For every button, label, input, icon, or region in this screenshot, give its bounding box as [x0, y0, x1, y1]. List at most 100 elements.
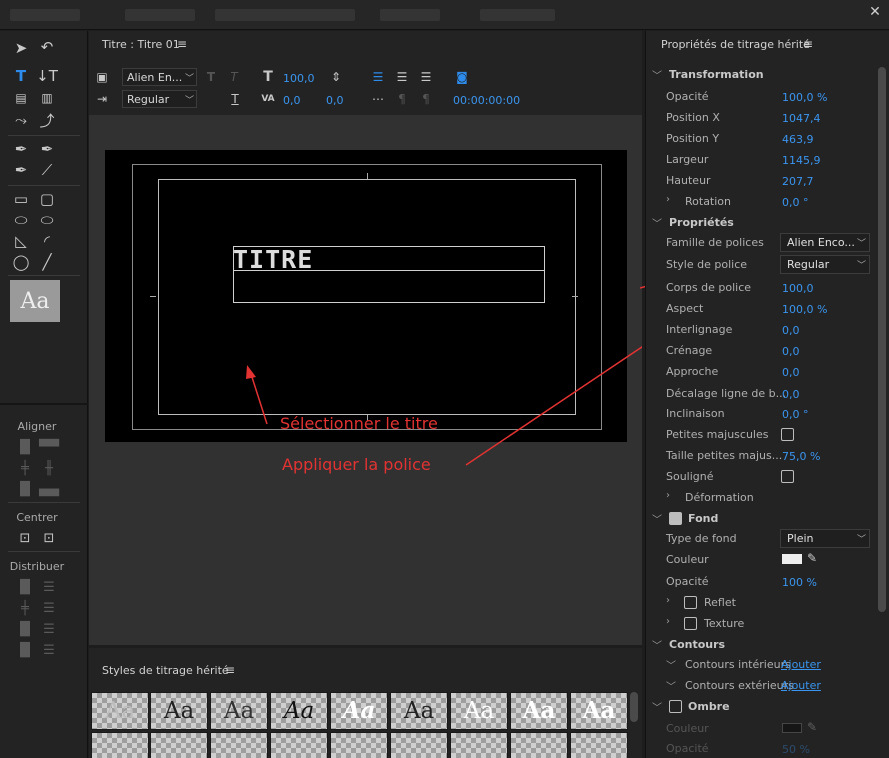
small-caps-checkbox[interactable] — [781, 428, 794, 441]
distribute-vcenter-icon[interactable]: ☰ — [40, 599, 58, 617]
path-type-tool-icon[interactable]: ⤳ — [10, 110, 32, 130]
rounded-corner-rect-tool-icon[interactable]: ⬭ — [36, 210, 58, 230]
center-horizontal-icon[interactable]: ⊡ — [14, 528, 36, 548]
style-swatch[interactable] — [91, 732, 149, 758]
align-hcenter-icon[interactable]: ╪ — [16, 459, 34, 477]
tracking-value[interactable]: 0,0 — [782, 366, 800, 379]
properties-panel-title[interactable]: Propriétés de titrage hérité — [661, 38, 810, 51]
sheen-checkbox[interactable] — [684, 596, 697, 609]
position-y-value[interactable]: 463,9 — [782, 133, 814, 146]
transformation-section[interactable]: ﹀ Transformation — [646, 65, 878, 85]
type-tool-icon[interactable]: T — [10, 66, 32, 86]
align-bottom-icon[interactable]: ▄▄ — [39, 480, 59, 498]
style-swatch[interactable] — [210, 732, 268, 758]
rectangle-tool-icon[interactable]: ▭ — [10, 189, 32, 209]
style-swatch[interactable]: Aa — [330, 692, 388, 730]
ellipse-tool-icon[interactable]: ◯ — [10, 252, 32, 272]
distribute-bottom-icon[interactable]: ☰ — [40, 620, 58, 638]
small-caps-size-value[interactable]: 75,0 % — [782, 450, 820, 463]
distribute-hcenter-icon[interactable]: ╪ — [16, 599, 34, 617]
style-swatch[interactable] — [150, 732, 208, 758]
selection-tool-icon[interactable]: ➤ — [10, 38, 32, 58]
baseline-shift-value[interactable]: 0,0 — [782, 388, 800, 401]
style-swatch[interactable]: Aa — [510, 692, 568, 730]
font-size-value[interactable]: 100,0 — [782, 282, 814, 295]
line-tool-icon[interactable]: ╱ — [36, 252, 58, 272]
style-swatch[interactable]: Aa — [91, 692, 149, 730]
font-family-dropdown[interactable]: Alien Enco... ﹀ — [780, 233, 870, 252]
align-right-icon[interactable]: ▐▌ — [15, 480, 35, 498]
distribute-vspace-icon[interactable]: ☰ — [40, 641, 58, 659]
fill-section[interactable]: ﹀ Fond — [646, 509, 878, 529]
vertical-type-tool-icon[interactable]: ↓T — [36, 66, 58, 86]
opacity-value[interactable]: 100,0 % — [782, 91, 827, 104]
sheen-row[interactable]: › Reflet — [646, 593, 878, 613]
eyedropper-icon[interactable]: ✎ — [807, 551, 817, 565]
distribute-hspace-icon[interactable]: ▐▌ — [15, 641, 35, 659]
style-swatch[interactable] — [450, 732, 508, 758]
wedge-tool-icon[interactable]: ◺ — [10, 231, 32, 251]
add-outer-stroke-link[interactable]: Ajouter — [781, 679, 821, 692]
height-value[interactable]: 207,7 — [782, 175, 814, 188]
vertical-area-type-tool-icon[interactable]: ▥ — [36, 88, 58, 108]
add-inner-stroke-link[interactable]: Ajouter — [781, 658, 821, 671]
leading-value[interactable]: 0,0 — [782, 324, 800, 337]
style-swatch[interactable]: Aa — [450, 692, 508, 730]
properties-scrollbar[interactable] — [878, 67, 886, 612]
delete-anchor-tool-icon[interactable]: ✒ — [36, 139, 58, 159]
width-value[interactable]: 1145,9 — [782, 154, 821, 167]
distribute-right-icon[interactable]: ▐▌ — [15, 620, 35, 638]
fill-color-swatch[interactable] — [782, 554, 802, 564]
area-type-tool-icon[interactable]: ▤ — [10, 88, 32, 108]
style-swatch[interactable] — [570, 732, 628, 758]
clipped-rect-tool-icon[interactable]: ⬭ — [10, 210, 32, 230]
rotation-value[interactable]: 0,0 ° — [782, 196, 809, 209]
rounded-rect-tool-icon[interactable]: ▢ — [36, 189, 58, 209]
close-icon[interactable]: ✕ — [865, 3, 885, 21]
fill-type-dropdown[interactable]: Plein ﹀ — [780, 529, 870, 548]
distort-row[interactable]: › Déformation — [646, 488, 878, 508]
shadow-section[interactable]: ﹀ Ombre — [646, 697, 878, 717]
properties-section[interactable]: ﹀ Propriétés — [646, 213, 878, 233]
texture-row[interactable]: › Texture — [646, 614, 878, 634]
styles-scrollbar[interactable] — [630, 692, 638, 722]
style-swatch[interactable]: Aa — [210, 692, 268, 730]
style-swatch[interactable]: Aa — [390, 692, 448, 730]
align-vcenter-icon[interactable]: ╫ — [40, 459, 58, 477]
distribute-left-icon[interactable]: ▐▌ — [15, 578, 35, 596]
underline-checkbox[interactable] — [781, 470, 794, 483]
style-swatch[interactable]: Aa — [270, 692, 328, 730]
slant-value[interactable]: 0,0 ° — [782, 408, 809, 421]
add-anchor-tool-icon[interactable]: ✒ — [10, 160, 32, 180]
style-swatch[interactable] — [330, 732, 388, 758]
align-top-icon[interactable]: ▀▀ — [39, 438, 59, 456]
shadow-checkbox[interactable] — [669, 700, 682, 713]
font-style-dropdown[interactable]: Regular ﹀ — [780, 255, 870, 274]
vertical-path-type-tool-icon[interactable]: ⤴ — [36, 110, 58, 130]
strokes-section[interactable]: ﹀ Contours — [646, 635, 878, 655]
convert-anchor-tool-icon[interactable]: ⟋ — [36, 160, 58, 180]
panel-menu-icon[interactable]: ≡ — [803, 37, 813, 51]
position-x-value[interactable]: 1047,4 — [782, 112, 821, 125]
kerning-value[interactable]: 0,0 — [782, 345, 800, 358]
distribute-top-icon[interactable]: ☰ — [40, 578, 58, 596]
pen-tool-icon[interactable]: ✒ — [10, 139, 32, 159]
style-swatch[interactable] — [510, 732, 568, 758]
aspect-value[interactable]: 100,0 % — [782, 303, 827, 316]
texture-checkbox[interactable] — [684, 617, 697, 630]
style-swatch[interactable]: Aa — [150, 692, 208, 730]
shadow-color-swatch[interactable] — [782, 723, 802, 733]
center-vertical-icon[interactable]: ⊡ — [38, 528, 60, 548]
fill-opacity-value[interactable]: 100 % — [782, 576, 817, 589]
rotation-row[interactable]: › Rotation 0,0 ° — [646, 192, 878, 212]
style-swatch[interactable]: Aa — [570, 692, 628, 730]
panel-menu-icon[interactable]: ≡ — [225, 663, 235, 677]
arc-tool-icon[interactable]: ◜ — [36, 231, 58, 251]
style-swatch[interactable] — [270, 732, 328, 758]
styles-panel-title[interactable]: Styles de titrage hérité — [102, 664, 229, 677]
align-left-icon[interactable]: ▐▌ — [15, 438, 35, 456]
fill-checkbox[interactable] — [669, 512, 682, 525]
shadow-opacity-value[interactable]: 50 % — [782, 743, 810, 756]
rotation-tool-icon[interactable]: ↶ — [36, 37, 58, 57]
eyedropper-icon[interactable]: ✎ — [807, 720, 817, 734]
